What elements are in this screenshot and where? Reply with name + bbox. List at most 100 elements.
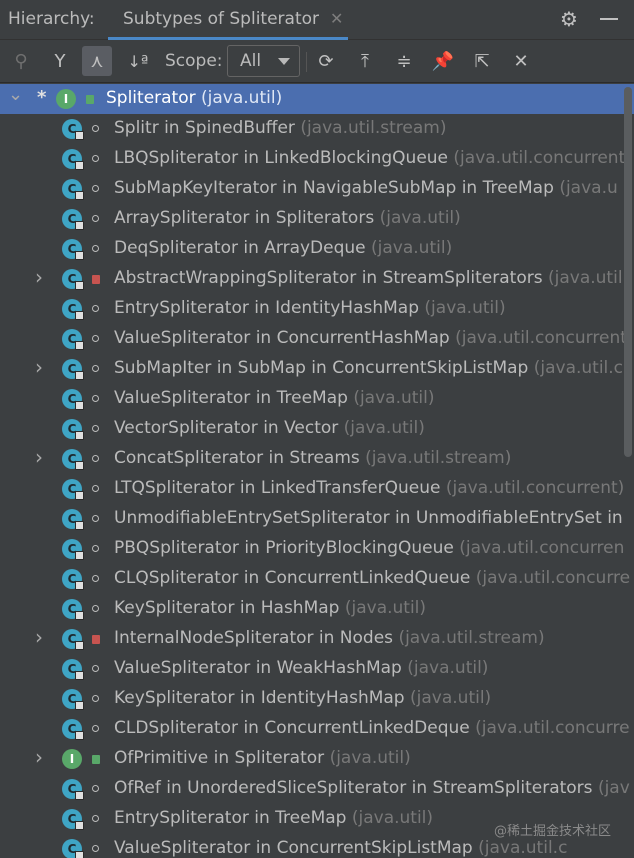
tree-row[interactable]: C ValueSpliterator in WeakHashMap (java.u… [0,654,634,684]
tree-row[interactable]: C VectorSpliterator in Vector (java.util) [0,414,634,444]
tree-row-label: ConcatSpliterator in Streams (java.util.… [114,448,511,468]
type-name: LBQSpliterator in LinkedBlockingQueue [114,148,449,168]
static-lock-badge-icon [75,281,84,290]
chevron-right-icon[interactable]: › [35,625,43,649]
chevron-right-icon[interactable]: › [35,265,43,289]
package-private-icon [92,455,99,462]
package-private-icon [92,815,99,822]
sort-alphabetically-icon[interactable]: ↓ª [123,46,153,76]
type-name: Spliterator [106,88,196,108]
package-name: (java.util) [329,748,411,768]
tree-row-label: LBQSpliterator in LinkedBlockingQueue (j… [114,148,625,168]
package-private-icon [92,215,99,222]
tree-row[interactable]: C SubMapKeyIterator in NavigableSubMap in… [0,174,634,204]
tree-row[interactable]: › I OfPrimitive in Spliterator (java.util) [0,744,634,774]
package-name: (java.util.concurrent [455,328,627,348]
tree-row-label: KeySpliterator in HashMap (java.util) [114,598,426,618]
class-hierarchy-icon[interactable]: ⋏ [82,46,112,76]
tree-row[interactable]: C LBQSpliterator in LinkedBlockingQueue (… [0,144,634,174]
tree-row[interactable]: › C ConcatSpliterator in Streams (java.uti… [0,444,634,474]
static-lock-badge-icon [75,491,84,500]
tree-row[interactable]: C EntrySpliterator in IdentityHashMap (ja… [0,294,634,324]
type-name: CLDSpliterator in ConcurrentLinkedDeque [114,718,470,738]
tree-row[interactable]: C UnmodifiableEntrySetSpliterator in Unmo… [0,504,634,534]
tree-row[interactable]: C DeqSpliterator in ArrayDeque (java.util… [0,234,634,264]
package-name: (java.util.stream) [398,628,545,648]
interface-icon: I [62,749,82,769]
static-lock-badge-icon [75,311,84,320]
tree-row-root[interactable]: ⌄ * I Spliterator (java.util) [0,84,634,114]
tree-row[interactable]: C CLDSpliterator in ConcurrentLinkedDeque… [0,714,634,744]
package-private-icon [92,665,99,672]
chevron-down-icon[interactable]: ⌄ [8,84,23,105]
package-name: (java.util.c [478,838,568,858]
package-name: (java.util) [344,598,427,618]
type-name: ValueSpliterator in TreeMap [114,388,348,408]
type-name: InternalNodeSpliterator in Nodes [114,628,394,648]
package-private-icon [92,335,99,342]
tree-row[interactable]: C Splitr in SpinedBuffer (java.util.strea… [0,114,634,144]
public-icon [86,95,94,104]
package-name: (java.util.concurren [459,538,625,558]
pin-icon[interactable]: 📌 [428,46,458,76]
vertical-scrollbar[interactable] [624,87,632,457]
tree-row[interactable]: › C SubMapIter in SubMap in ConcurrentSkip… [0,354,634,384]
tree-row[interactable]: C KeySpliterator in HashMap (java.util) [0,594,634,624]
package-name: (java.util) [407,658,489,678]
tree-row[interactable]: C OfRef in UnorderedSliceSpliterator in S… [0,774,634,804]
type-name: ValueSpliterator in ConcurrentSkipListMa… [114,838,473,858]
tab-subtypes-of-spliterator[interactable]: Subtypes of Spliterator ✕ [108,0,348,40]
package-private-icon [92,125,99,132]
package-name: (java.util) [343,418,425,438]
refresh-icon[interactable]: ⟳ [311,46,341,76]
scope-select[interactable]: All [227,45,300,77]
package-private-icon [92,185,99,192]
tree-row[interactable]: C KeySpliterator in IdentityHashMap (java… [0,684,634,714]
tree-row[interactable]: › C AbstractWrappingSpliterator in StreamS… [0,264,634,294]
tree-row[interactable]: C LTQSpliterator in LinkedTransferQueue (… [0,474,634,504]
type-name: LTQSpliterator in LinkedTransferQueue [114,478,441,498]
type-name: UnmodifiableEntrySetSpliterator in Unmod… [114,508,623,528]
type-name: KeySpliterator in HashMap [114,598,340,618]
tree-row-label: EntrySpliterator in TreeMap (java.util) [114,808,433,828]
static-lock-badge-icon [75,131,84,140]
package-private-icon [92,395,99,402]
subtypes-hierarchy-icon[interactable]: Y [45,46,75,76]
tree-row[interactable]: C PBQSpliterator in PriorityBlockingQueue… [0,534,634,564]
static-lock-badge-icon [75,251,84,260]
scope-label: Scope: [165,51,223,71]
open-in-window-icon[interactable]: ⇱ [467,46,497,76]
expand-all-icon[interactable]: ≑ [389,46,419,76]
tree-row[interactable]: C ValueSpliterator in ConcurrentHashMap (… [0,324,634,354]
close-icon[interactable]: ✕ [506,46,536,76]
static-lock-badge-icon [75,701,84,710]
tree-row-label: SubMapIter in SubMap in ConcurrentSkipLi… [114,358,623,378]
type-name: OfRef in UnorderedSliceSpliterator in St… [114,778,593,798]
tree-row[interactable]: C ValueSpliterator in TreeMap (java.util) [0,384,634,414]
tree-row-label: CLQSpliterator in ConcurrentLinkedQueue … [114,568,630,588]
type-name: KeySpliterator in IdentityHashMap [114,688,405,708]
type-name: PBQSpliterator in PriorityBlockingQueue [114,538,454,558]
static-lock-badge-icon [75,611,84,620]
hierarchy-tree[interactable]: ⌄ * I Spliterator (java.util) C Splitr in Spi… [0,83,634,858]
public-icon [92,755,100,764]
chevron-right-icon[interactable]: › [35,355,43,379]
tree-row-label: VectorSpliterator in Vector (java.util) [114,418,425,438]
type-name: EntrySpliterator in IdentityHashMap [114,298,420,318]
tree-row-label: KeySpliterator in IdentityHashMap (java.… [114,688,491,708]
gear-icon[interactable]: ⚙ [560,7,578,31]
close-tab-icon[interactable]: ✕ [330,9,343,28]
chevron-right-icon[interactable]: › [35,745,43,769]
tree-row[interactable]: C CLQSpliterator in ConcurrentLinkedQueue… [0,564,634,594]
supertypes-hierarchy-icon[interactable]: ⚲ [6,46,36,76]
chevron-down-icon [278,58,290,65]
package-private-icon [92,485,99,492]
tree-row[interactable]: › C InternalNodeSpliterator in Nodes (java… [0,624,634,654]
static-lock-badge-icon [75,461,84,470]
tree-row[interactable]: C ArraySpliterator in Spliterators (java.… [0,204,634,234]
minimize-icon[interactable] [600,18,618,20]
hierarchy-label: Hierarchy: [8,9,95,29]
export-icon[interactable]: ⤒ [350,46,380,76]
chevron-right-icon[interactable]: › [35,445,43,469]
package-name: (java.util) [410,688,492,708]
